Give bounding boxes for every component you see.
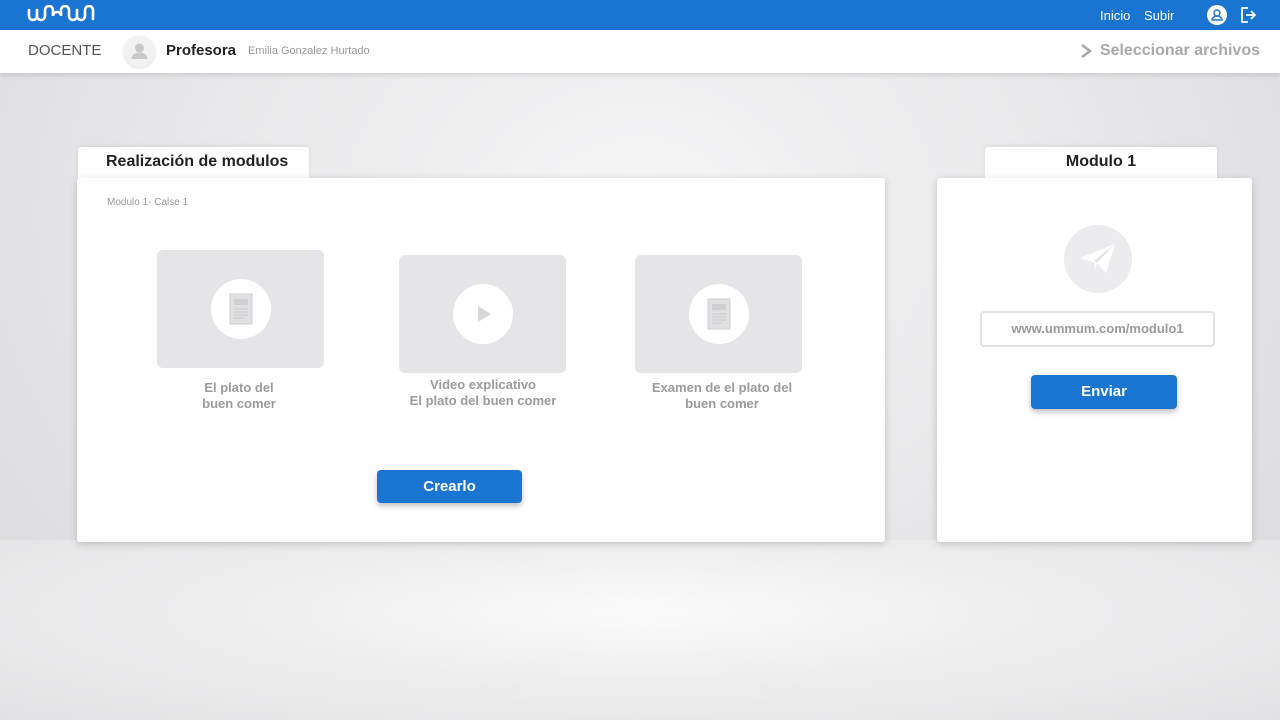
send-button[interactable]: Enviar: [1031, 375, 1177, 409]
section-label: DOCENTE: [28, 42, 102, 59]
nav-subir[interactable]: Subir: [1144, 8, 1174, 23]
avatar[interactable]: [124, 36, 155, 67]
background-floor: [0, 540, 1280, 720]
logout-icon[interactable]: [1239, 6, 1257, 24]
document-icon: [689, 284, 749, 344]
tab-modules[interactable]: Realización de modulos: [78, 147, 309, 178]
share-panel: www.ummum.com/modulo1 Enviar: [937, 178, 1252, 542]
ummum-logo[interactable]: [26, 5, 96, 25]
select-files-label: Seleccionar archivos: [1099, 42, 1260, 59]
create-button[interactable]: Crearlo: [377, 470, 522, 503]
breadcrumb: Modulo 1- Calse 1: [107, 197, 189, 208]
chevron-right-icon: [1081, 44, 1092, 58]
top-bar: Inicio Subir: [0, 0, 1280, 30]
card-caption: Video explicativo El plato del buen come…: [409, 377, 557, 408]
nav-inicio[interactable]: Inicio: [1100, 8, 1130, 23]
user-name: Emilia Gonzalez Hurtado: [248, 45, 370, 57]
person-icon: [131, 43, 148, 59]
module-card-exam[interactable]: [635, 255, 802, 373]
user-icon[interactable]: [1207, 5, 1227, 25]
tab-module-1[interactable]: Modulo 1: [985, 147, 1217, 178]
play-icon: [453, 284, 513, 344]
user-role: Profesora: [166, 42, 237, 59]
module-card-document[interactable]: [157, 250, 324, 368]
paper-plane-icon: [1064, 225, 1132, 293]
select-files-button[interactable]: Seleccionar archivos: [1080, 42, 1260, 60]
card-caption: El plato del buen comer: [202, 380, 276, 411]
modules-panel: Modulo 1- Calse 1 El plato del buen come…: [77, 178, 885, 542]
document-icon: [211, 279, 271, 339]
sub-header: DOCENTE Profesora Emilia Gonzalez Hurtad…: [0, 30, 1280, 73]
module-card-video[interactable]: [399, 255, 566, 373]
card-caption: Examen de el plato del buen comer: [651, 380, 793, 411]
module-url-field[interactable]: www.ummum.com/modulo1: [980, 311, 1215, 347]
